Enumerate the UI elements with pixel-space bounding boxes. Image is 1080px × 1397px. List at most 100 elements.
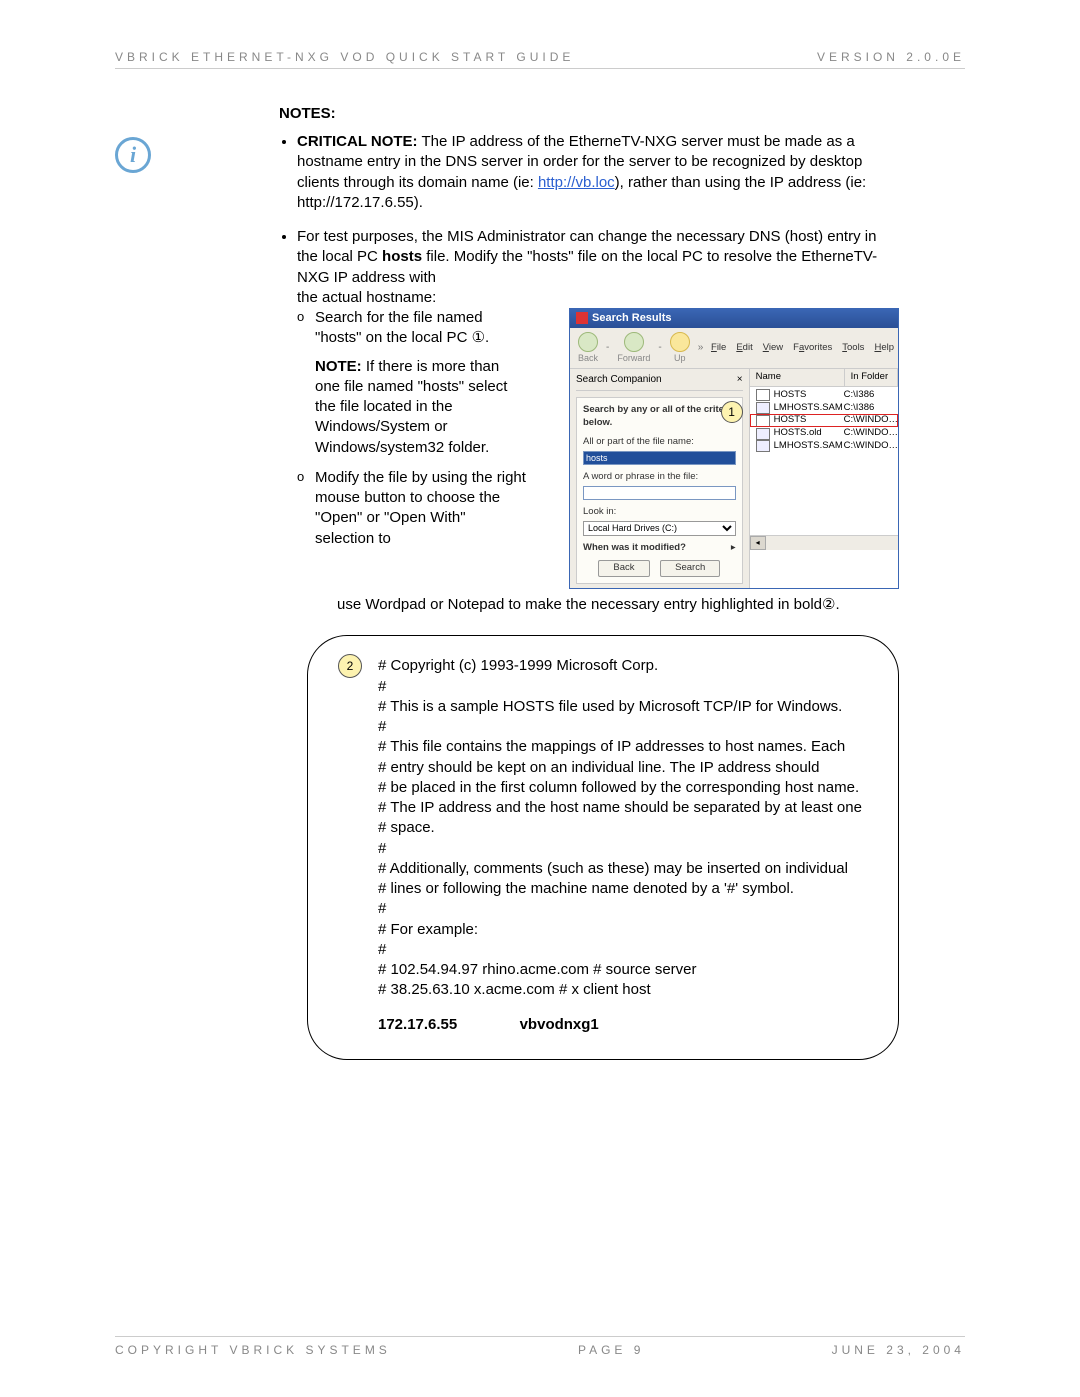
result-folder: C:\WINDO… — [844, 440, 898, 453]
filename-input[interactable] — [583, 451, 736, 465]
sub-note-lead: NOTE: — [315, 358, 362, 375]
companion-close-icon[interactable]: × — [737, 373, 743, 387]
result-row[interactable]: HOSTS C:\I386 — [750, 389, 898, 402]
col-folder[interactable]: In Folder — [845, 369, 898, 386]
toolbar-chevrons[interactable]: » — [698, 341, 704, 355]
hosts-comment-line: # — [378, 839, 870, 859]
notes-heading: NOTES: — [279, 105, 899, 122]
forward-icon — [624, 332, 644, 352]
hosts-comment-line: # 102.54.94.97 rhino.acme.com # source s… — [378, 960, 870, 980]
critical-note-lead: CRITICAL NOTE: — [297, 133, 418, 150]
menu-help[interactable]: Help — [874, 342, 894, 355]
menu-favorites[interactable]: Favorites — [793, 342, 832, 355]
up-icon — [670, 332, 690, 352]
expand-icon[interactable]: ▸ — [731, 542, 736, 555]
result-folder: C:\WINDO… — [844, 427, 898, 440]
nav-back-button[interactable]: Back — [574, 330, 602, 366]
menu-file[interactable]: File — [711, 342, 726, 355]
sub-item-search: o Search for the file named "hosts" on t… — [297, 308, 527, 458]
forward-label: Forward — [617, 352, 650, 364]
sub2-text: Modify the file by using the right mouse… — [315, 468, 527, 549]
list-marker: o — [297, 468, 315, 486]
window-titlebar: Search Results — [570, 309, 898, 328]
sub1-text: Search for the file named "hosts" on the… — [315, 308, 527, 349]
b2-line2: the actual hostname: — [297, 288, 899, 308]
hosts-file-bubble: 2 # Copyright (c) 1993-1999 Microsoft Co… — [307, 635, 899, 1060]
hosts-comment-line: # This file contains the mappings of IP … — [378, 737, 870, 757]
up-label: Up — [674, 352, 686, 364]
footer-center: PAGE 9 — [578, 1343, 644, 1357]
search-companion-pane: 1 Search Companion × Search by any or al… — [570, 369, 750, 588]
hosts-comment-line: # entry should be kept on an individual … — [378, 758, 870, 778]
bullet-test-purposes: For test purposes, the MIS Administrator… — [297, 227, 899, 1060]
hosts-comment-line: # Copyright (c) 1993-1999 Microsoft Corp… — [378, 656, 870, 676]
footer-left: COPYRIGHT VBRICK SYSTEMS — [115, 1343, 391, 1357]
result-row[interactable]: HOSTS C:\WINDO… — [750, 414, 898, 427]
toolbar-dash2: - — [658, 341, 661, 355]
page-footer: COPYRIGHT VBRICK SYSTEMS PAGE 9 JUNE 23,… — [115, 1343, 965, 1357]
hosts-comment-line: # — [378, 717, 870, 737]
lookin-label: Look in: — [583, 506, 736, 519]
file-icon — [756, 428, 770, 440]
header-left: VBRICK ETHERNET-NXG VOD QUICK START GUID… — [115, 50, 574, 64]
result-name: LMHOSTS.SAM — [774, 440, 843, 453]
menu-tools[interactable]: Tools — [842, 342, 864, 355]
hosts-comment-line: # be placed in the first column followed… — [378, 778, 870, 798]
hosts-comment-line: # — [378, 940, 870, 960]
companion-back-button[interactable]: Back — [598, 560, 649, 577]
domain-link[interactable]: http://vb.loc — [538, 174, 615, 191]
search-results-window: Search Results Back - — [569, 308, 899, 589]
hosts-comment-line: # — [378, 677, 870, 697]
col-name[interactable]: Name — [750, 369, 845, 386]
result-folder: C:\I386 — [844, 389, 898, 402]
menu-view[interactable]: View — [763, 342, 783, 355]
file-icon — [756, 402, 770, 414]
back-icon — [578, 332, 598, 352]
result-row[interactable]: HOSTS.old C:\WINDO… — [750, 427, 898, 440]
criteria-label: Search by any or all of the criteria bel… — [583, 404, 736, 428]
nav-forward-button[interactable]: Forward — [613, 330, 654, 366]
hosts-comment-line: # Additionally, comments (such as these)… — [378, 859, 870, 879]
callout-marker-1: 1 — [721, 401, 743, 423]
hosts-comment-line: # — [378, 899, 870, 919]
horizontal-scrollbar[interactable]: ◂ — [750, 535, 898, 550]
result-name: HOSTS — [774, 389, 807, 402]
callout-marker-2: 2 — [338, 654, 362, 678]
filename-label: All or part of the file name: — [583, 436, 736, 449]
info-icon: i — [115, 137, 151, 173]
phrase-input[interactable] — [583, 486, 736, 500]
result-folder: C:\I386 — [844, 402, 898, 415]
lookin-select[interactable]: Local Hard Drives (C:) — [583, 521, 736, 536]
bullet-critical-note: CRITICAL NOTE: The IP address of the Eth… — [297, 132, 899, 213]
sub-item-modify: o Modify the file by using the right mou… — [297, 468, 527, 549]
companion-search-button[interactable]: Search — [660, 560, 720, 577]
modified-label: When was it modified? — [583, 542, 686, 555]
window-icon — [576, 312, 588, 324]
menu-edit[interactable]: Edit — [736, 342, 752, 355]
result-name: HOSTS.old — [774, 427, 822, 440]
result-folder: C:\WINDO… — [844, 414, 898, 427]
companion-heading: Search Companion — [576, 373, 662, 387]
file-icon — [756, 415, 770, 427]
result-row[interactable]: LMHOSTS.SAMC:\I386 — [750, 402, 898, 415]
results-pane: Name In Folder HOSTSC:\I386LMHOSTS.SAMC:… — [750, 369, 898, 588]
list-marker: o — [297, 308, 315, 326]
hosts-comment-line: # space. — [378, 818, 870, 838]
result-row[interactable]: LMHOSTS.SAMC:\WINDO… — [750, 440, 898, 453]
scroll-left-icon[interactable]: ◂ — [750, 536, 766, 550]
hosts-comment-line: # For example: — [378, 920, 870, 940]
window-toolbar: Back - Forward - — [570, 328, 898, 369]
b2-bold: hosts — [382, 248, 422, 265]
result-name: LMHOSTS.SAM — [774, 402, 843, 415]
nav-up-button[interactable]: Up — [666, 330, 694, 366]
phrase-label: A word or phrase in the file: — [583, 471, 736, 484]
hosts-comment-line: # The IP address and the host name shoul… — [378, 798, 870, 818]
footer-right: JUNE 23, 2004 — [832, 1343, 965, 1357]
hosts-name: vbvodnxg1 — [520, 1016, 599, 1033]
menu-bar: File Edit View Favorites Tools Help — [711, 342, 894, 355]
hosts-ip: 172.17.6.55 — [378, 1016, 457, 1033]
toolbar-dash: - — [606, 341, 609, 355]
hosts-comment-line: # This is a sample HOSTS file used by Mi… — [378, 697, 870, 717]
result-name: HOSTS — [774, 414, 807, 427]
window-title-text: Search Results — [592, 311, 671, 326]
